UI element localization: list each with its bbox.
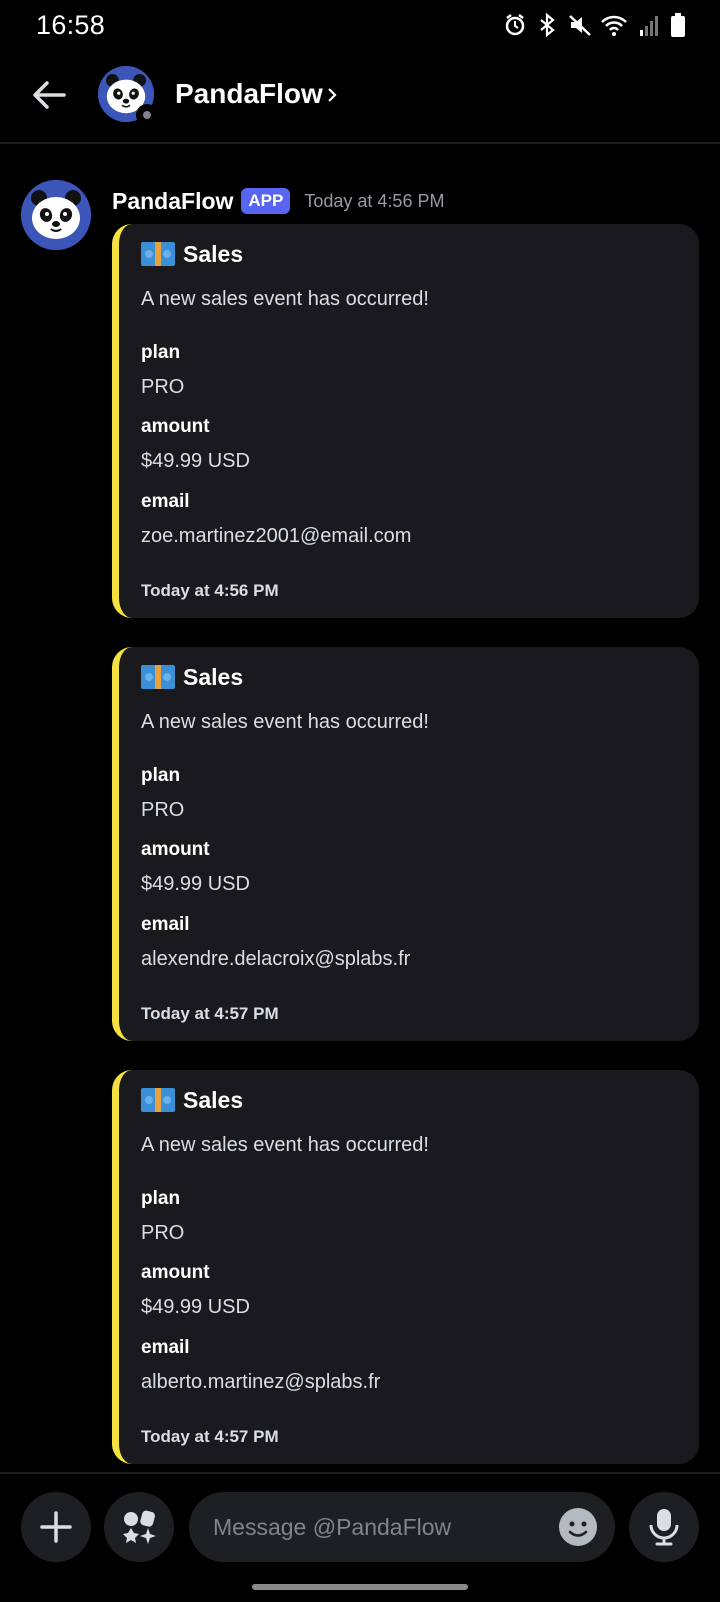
- add-attachment-button[interactable]: [21, 1492, 91, 1562]
- field-value-email[interactable]: alberto.martinez@splabs.fr: [141, 1371, 380, 1394]
- home-indicator[interactable]: [252, 1584, 468, 1590]
- field-name-email: email: [141, 491, 190, 512]
- signal-icon: [638, 12, 660, 38]
- back-button[interactable]: [28, 74, 70, 116]
- emoji-button[interactable]: [558, 1507, 598, 1547]
- field-value-plan: PRO: [141, 1222, 185, 1244]
- battery-icon: [670, 12, 686, 38]
- smiley-icon: [559, 1508, 597, 1546]
- field-name-amount: amount: [141, 1262, 210, 1283]
- sales-embed: Sales A new sales event has occurred! pl…: [112, 1070, 699, 1464]
- embed-title-row: Sales: [141, 240, 243, 268]
- field-name-plan: plan: [141, 765, 181, 786]
- embed-title: Sales: [183, 240, 244, 267]
- embed-description: A new sales event has occurred!: [141, 288, 429, 310]
- arrow-left-icon: [33, 81, 66, 109]
- field-name-amount: amount: [141, 416, 210, 437]
- field-name-email: email: [141, 914, 190, 935]
- message-header: PandaFlow APP Today at 4:56 PM: [112, 184, 444, 218]
- field-value-email[interactable]: alexendre.delacroix@splabs.fr: [141, 948, 410, 971]
- message-timestamp: Today at 4:56 PM: [304, 190, 445, 211]
- chat-header: PandaFlow: [0, 56, 720, 144]
- chevron-right-icon[interactable]: [325, 86, 339, 104]
- embed-title-row: Sales: [141, 663, 243, 691]
- embed-footer-timestamp: Today at 4:56 PM: [141, 581, 279, 600]
- field-name-plan: plan: [141, 342, 181, 363]
- app-badge: APP: [241, 188, 291, 214]
- embed-description: A new sales event has occurred!: [141, 1134, 429, 1156]
- sales-embed: Sales A new sales event has occurred! pl…: [112, 647, 699, 1041]
- field-value-plan: PRO: [141, 799, 185, 821]
- status-icons: [504, 12, 686, 38]
- embed-title: Sales: [183, 663, 244, 690]
- bluetooth-icon: [536, 12, 558, 38]
- panda-icon: [21, 180, 91, 250]
- field-name-amount: amount: [141, 839, 210, 860]
- embed-footer-timestamp: Today at 4:57 PM: [141, 1004, 279, 1023]
- status-bar: 16:58: [0, 0, 720, 52]
- alarm-icon: [504, 12, 526, 38]
- mute-icon: [568, 12, 591, 38]
- author-name[interactable]: PandaFlow: [112, 188, 233, 215]
- apps-icon: [123, 1510, 156, 1544]
- message-input[interactable]: [189, 1492, 615, 1562]
- voice-message-button[interactable]: [629, 1492, 699, 1562]
- status-time: 16:58: [36, 10, 106, 40]
- field-value-amount: $49.99 USD: [141, 873, 250, 895]
- wifi-icon: [600, 12, 628, 38]
- embed-description: A new sales event has occurred!: [141, 711, 429, 733]
- field-name-plan: plan: [141, 1188, 181, 1209]
- sales-embed: Sales A new sales event has occurred! pl…: [112, 224, 699, 618]
- banknote-icon: [141, 1088, 175, 1112]
- microphone-icon: [649, 1509, 679, 1546]
- field-value-plan: PRO: [141, 376, 185, 398]
- banknote-icon: [141, 242, 175, 266]
- banknote-icon: [141, 665, 175, 689]
- field-value-amount: $49.99 USD: [141, 450, 250, 472]
- status-badge: [136, 104, 158, 126]
- embed-footer-timestamp: Today at 4:57 PM: [141, 1427, 279, 1446]
- embed-title-row: Sales: [141, 1086, 243, 1114]
- embed-title: Sales: [183, 1086, 244, 1113]
- apps-button[interactable]: [104, 1492, 174, 1562]
- channel-title[interactable]: PandaFlow: [175, 78, 323, 110]
- message-composer: [0, 1472, 720, 1602]
- field-name-email: email: [141, 1337, 190, 1358]
- author-avatar[interactable]: [21, 180, 91, 250]
- message-list[interactable]: PandaFlow APP Today at 4:56 PM Sales A n…: [0, 144, 720, 1472]
- plus-icon: [40, 1511, 72, 1543]
- field-value-amount: $49.99 USD: [141, 1296, 250, 1318]
- header-avatar[interactable]: [98, 66, 158, 126]
- field-value-email[interactable]: zoe.martinez2001@email.com: [141, 525, 411, 548]
